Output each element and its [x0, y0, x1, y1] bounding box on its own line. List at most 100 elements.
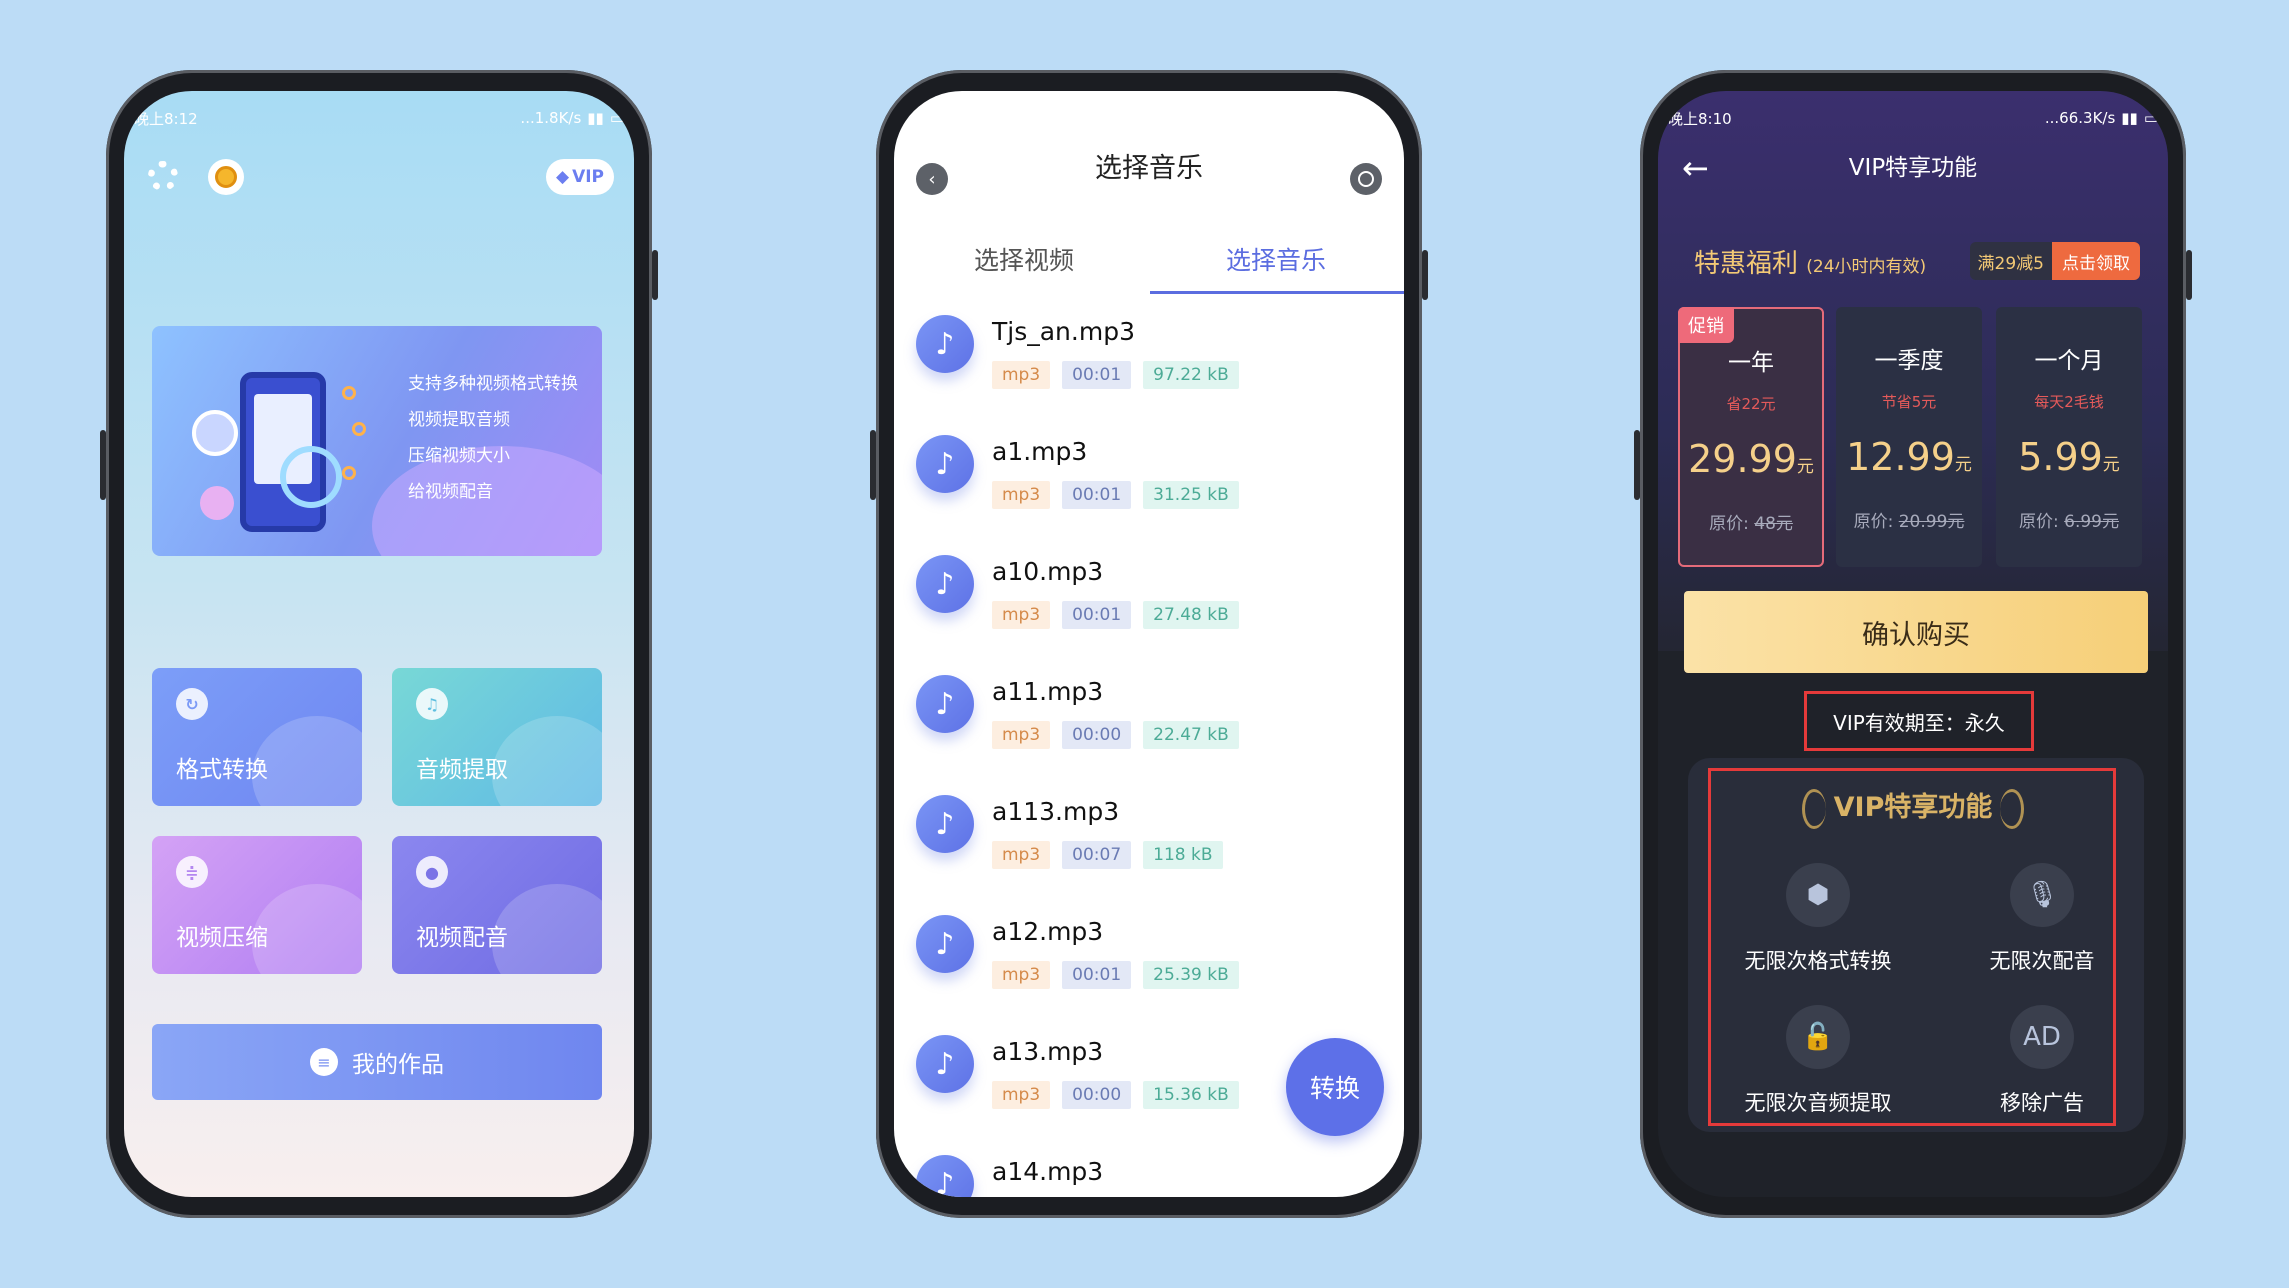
plan-year[interactable]: 促销 一年 省22元 29.99元 原价: 48元 — [1678, 307, 1824, 567]
size-tag: 118 kB — [1143, 841, 1223, 869]
size-tag: 25.39 kB — [1143, 961, 1239, 989]
plan-saving: 节省5元 — [1881, 393, 1937, 411]
banner-text: 支持多种视频格式转换 视频提取音频 压缩视频大小 给视频配音 — [408, 366, 578, 510]
duration-tag: 00:00 — [1062, 721, 1132, 749]
file-type-tag: mp3 — [992, 1081, 1051, 1109]
size-tag: 22.47 kB — [1143, 721, 1239, 749]
tab-select-music[interactable]: 选择音乐 — [1226, 241, 1326, 277]
duration-tag: 00:07 — [1062, 841, 1132, 869]
price-value: 29.99 — [1688, 437, 1797, 481]
plan-name: 一季度 — [1874, 348, 1944, 374]
list-item[interactable]: ♪ a113.mp3 mp3 00:07 118 kB — [894, 791, 1404, 911]
my-works-label: 我的作品 — [352, 1052, 444, 1078]
phone-select-music: ‹ 选择音乐 选择视频 选择音乐 ♪ Tjs_an.mp3 mp3 00:01 97.2… — [870, 70, 1428, 1218]
my-works-button[interactable]: ≡ 我的作品 — [152, 1024, 602, 1100]
laurel-icon — [2000, 788, 2025, 829]
tile-video-dub[interactable]: ● 视频配音 — [392, 836, 602, 974]
file-name: Tjs_an.mp3 — [992, 317, 1135, 346]
feature-label: 无限次音频提取 — [1744, 1091, 1892, 1115]
tile-format-convert[interactable]: ↻ 格式转换 — [152, 668, 362, 806]
coin-icon[interactable] — [208, 159, 244, 195]
phone-home: 晚上8:12 ...1.8K/s ▮▮ ▭ ◆ VIP 支持多种视频格式转换 视频提取… — [100, 70, 658, 1218]
tab-select-video[interactable]: 选择视频 — [974, 241, 1074, 277]
file-name: a14.mp3 — [992, 1157, 1104, 1186]
file-type-tag: mp3 — [992, 961, 1051, 989]
feature-remove-ads: AD 移除广告 — [1942, 1005, 2142, 1117]
file-name: a1.mp3 — [992, 437, 1088, 466]
size-tag: 27.48 kB — [1143, 601, 1239, 629]
original-price: 原价: 6.99元 — [1996, 507, 2142, 532]
music-note-icon: ♪ — [916, 795, 974, 853]
coupon-claim-button[interactable]: 点击领取 — [2052, 242, 2140, 280]
cube-icon: ⬢ — [1786, 863, 1850, 927]
active-tab-indicator — [1150, 291, 1404, 294]
plan-price: 5.99元 — [1996, 435, 2142, 479]
vip-badge[interactable]: ◆ VIP — [546, 159, 614, 195]
list-item[interactable]: ♪ a14.mp3 — [894, 1151, 1404, 1197]
music-note-icon: ♪ — [916, 1035, 974, 1093]
mic-icon: 🎙 — [2010, 863, 2074, 927]
list-item[interactable]: ♪ Tjs_an.mp3 mp3 00:01 97.22 kB — [894, 311, 1404, 431]
banner-line: 给视频配音 — [408, 482, 493, 502]
price-value: 5.99 — [2018, 435, 2103, 479]
feature-label: 无限次配音 — [1989, 949, 2095, 973]
laurel-icon — [1801, 788, 1826, 829]
page-title: VIP特享功能 — [1848, 155, 1978, 181]
banner-illustration — [192, 346, 372, 536]
list-item[interactable]: ♪ a10.mp3 mp3 00:01 27.48 kB — [894, 551, 1404, 671]
feature-unlimited-dub: 🎙 无限次配音 — [1942, 863, 2142, 975]
feature-label: 无限次格式转换 — [1744, 949, 1892, 973]
feature-banner[interactable]: 支持多种视频格式转换 视频提取音频 压缩视频大小 给视频配音 — [152, 326, 602, 556]
plan-month[interactable]: 一个月 每天2毛钱 5.99元 原价: 6.99元 — [1996, 307, 2142, 567]
file-type-tag: mp3 — [992, 601, 1051, 629]
promo-badge: 促销 — [1678, 307, 1734, 343]
original-value: 20.99元 — [1898, 512, 1965, 532]
convert-button[interactable]: 转换 — [1286, 1038, 1384, 1136]
original-label: 原价: — [2019, 512, 2059, 532]
music-note-icon: ♪ — [916, 435, 974, 493]
home-screen: 晚上8:12 ...1.8K/s ▮▮ ▭ ◆ VIP 支持多种视频格式转换 视频提取… — [124, 91, 634, 1197]
duration-tag: 00:01 — [1062, 601, 1132, 629]
banner-line: 压缩视频大小 — [408, 446, 510, 466]
diamond-icon: ◆ — [555, 167, 570, 187]
tab-bar: 选择视频 选择音乐 — [894, 241, 1404, 297]
mic-icon: ● — [416, 856, 448, 888]
tile-label: 音频提取 — [416, 757, 508, 783]
size-tag: 31.25 kB — [1143, 481, 1239, 509]
price-value: 12.99 — [1846, 435, 1955, 479]
extract-icon: ♫ — [416, 688, 448, 720]
list-item[interactable]: ♪ a12.mp3 mp3 00:01 25.39 kB — [894, 911, 1404, 1031]
plan-quarter[interactable]: 一季度 节省5元 12.99元 原价: 20.99元 — [1836, 307, 1982, 567]
convert-icon: ↻ — [176, 688, 208, 720]
coupon-text: 满29减5 — [1977, 253, 2044, 274]
size-tag: 97.22 kB — [1143, 361, 1239, 389]
vip-validity: VIP有效期至：永久 — [1804, 691, 2034, 751]
list-item[interactable]: ♪ a1.mp3 mp3 00:01 31.25 kB — [894, 431, 1404, 551]
features-title-text: VIP特享功能 — [1833, 792, 1993, 823]
file-name: a12.mp3 — [992, 917, 1104, 946]
price-unit: 元 — [1796, 457, 1814, 477]
settings-gear-icon[interactable] — [148, 161, 178, 191]
price-unit: 元 — [2102, 455, 2120, 475]
original-price: 原价: 20.99元 — [1836, 507, 1982, 532]
status-time: 晚上8:10 — [1668, 109, 1732, 128]
file-type-tag: mp3 — [992, 841, 1051, 869]
status-bar: 晚上8:10 ...66.3K/s ▮▮ ▭ — [1668, 105, 2158, 131]
tile-audio-extract[interactable]: ♫ 音频提取 — [392, 668, 602, 806]
music-note-icon: ♪ — [916, 675, 974, 733]
file-name: a10.mp3 — [992, 557, 1104, 586]
original-label: 原价: — [1709, 514, 1749, 534]
duration-tag: 00:00 — [1062, 1081, 1132, 1109]
original-value: 48元 — [1754, 514, 1793, 534]
ad-icon: AD — [2010, 1005, 2074, 1069]
plan-name: 一个月 — [2034, 348, 2104, 374]
page-title: 选择音乐 — [1095, 152, 1203, 184]
status-speed: ...1.8K/s — [520, 109, 582, 127]
list-item[interactable]: ♪ a11.mp3 mp3 00:00 22.47 kB — [894, 671, 1404, 791]
coupon[interactable]: 满29减5 点击领取 — [1969, 242, 2140, 280]
status-time: 晚上8:12 — [134, 109, 198, 128]
duration-tag: 00:01 — [1062, 961, 1132, 989]
tile-video-compress[interactable]: ≑ 视频压缩 — [152, 836, 362, 974]
confirm-purchase-button[interactable]: 确认购买 — [1684, 591, 2148, 673]
search-icon[interactable] — [1350, 163, 1382, 195]
